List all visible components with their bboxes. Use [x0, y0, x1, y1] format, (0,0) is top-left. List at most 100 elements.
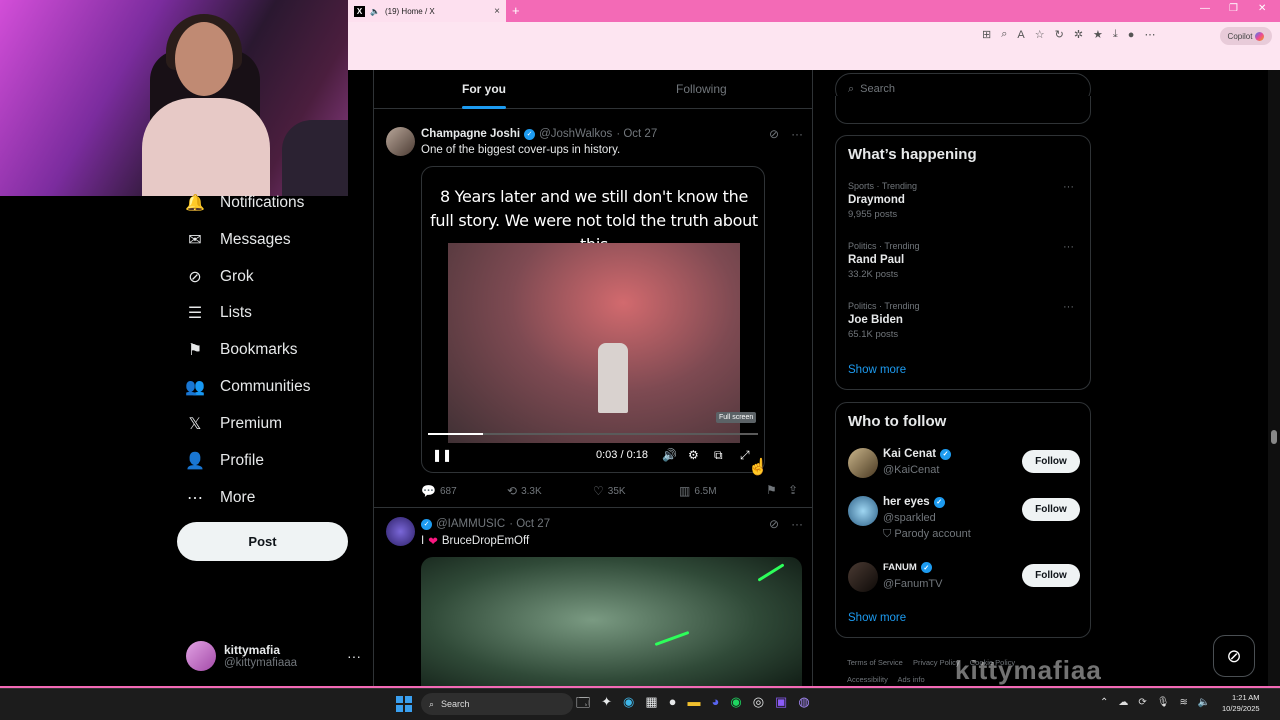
like-action[interactable]: ♡ 35K — [593, 484, 626, 498]
trend-item[interactable]: Politics · Trending Joe Biden 65.1K post… — [848, 301, 1080, 340]
follow-suggestion[interactable]: FANUM ✓ @FanumTV Follow — [848, 562, 1080, 602]
scrollbar-thumb[interactable] — [1271, 430, 1277, 444]
author-name[interactable]: Champagne Joshi — [421, 128, 520, 140]
sidebar-item-bookmarks[interactable]: ⚑ Bookmarks — [186, 341, 298, 359]
settings-gear-icon[interactable]: ⚙ — [688, 448, 699, 462]
parody-label: ⛉ Parody account — [883, 528, 971, 541]
volume-icon[interactable]: 🔈 — [1198, 697, 1210, 708]
edge-icon[interactable]: ◉ — [623, 694, 634, 716]
bookmark-icon[interactable]: ⚑ — [766, 483, 777, 497]
sidebar-item-notifications[interactable]: 🔔 Notifications — [185, 194, 304, 212]
sidebar-item-profile[interactable]: 👤 Profile — [185, 452, 264, 470]
trend-item[interactable]: Sports · Trending Draymond 9,955 posts ·… — [848, 181, 1080, 220]
favorites-icon[interactable]: ★ — [1093, 28, 1103, 41]
video-progress-bar[interactable] — [428, 433, 758, 435]
close-window-button[interactable]: ✕ — [1258, 3, 1266, 14]
app-available-icon[interactable]: ⊞ — [982, 28, 991, 41]
store-icon[interactable]: ▦ — [645, 694, 657, 716]
sidebar-item-more[interactable]: ⋯ More — [186, 489, 255, 507]
page-scrollbar[interactable] — [1268, 70, 1280, 686]
new-tab-button[interactable]: + — [512, 3, 520, 18]
copilot-button[interactable]: Copilot — [1220, 27, 1272, 45]
verified-badge-icon: ✓ — [933, 496, 945, 508]
grok-icon[interactable]: ⊘ — [769, 517, 779, 531]
author-handle[interactable]: @IAMMUSIC — [436, 518, 505, 530]
more-icon[interactable]: ··· — [347, 648, 361, 664]
sidebar-item-communities[interactable]: 👥 Communities — [185, 378, 310, 396]
copilot-app-icon[interactable]: ✦ — [601, 694, 612, 716]
microphone-icon[interactable]: 🎙 — [1157, 697, 1170, 708]
tab-for-you[interactable]: For you — [462, 82, 506, 109]
favorite-star-icon[interactable]: ☆ — [1035, 28, 1045, 41]
reply-action[interactable]: 💬 687 — [421, 484, 457, 498]
downloads-icon[interactable]: ⤓ — [1113, 28, 1118, 41]
zoom-icon[interactable]: ⌕ — [1001, 28, 1007, 41]
footer-link[interactable]: Privacy Policy — [913, 658, 960, 667]
sync-icon[interactable]: ⟳ — [1138, 697, 1146, 708]
app-icon[interactable]: ◎ — [753, 694, 764, 716]
discord-icon[interactable]: ◕ — [712, 694, 720, 716]
repost-action[interactable]: ⟲ 3.3K — [507, 484, 542, 498]
chevron-up-icon[interactable]: ⌃ — [1100, 697, 1108, 708]
follow-button[interactable]: Follow — [1022, 450, 1080, 473]
browser-tab-home[interactable]: X 🔈 (19) Home / X × — [348, 0, 506, 22]
grok-icon[interactable]: ⊘ — [769, 127, 779, 141]
extension-icon[interactable]: ✲ — [1074, 28, 1083, 41]
sidebar-item-messages[interactable]: ✉ Messages — [186, 231, 290, 249]
footer-link[interactable]: Accessibility — [847, 675, 888, 684]
app-icon[interactable]: ● — [669, 694, 677, 716]
sidebar-item-grok[interactable]: ⊘ Grok — [186, 268, 253, 286]
sidebar-item-lists[interactable]: ☰ Lists — [186, 304, 252, 322]
grok-floating-button[interactable]: ⊘ — [1213, 635, 1255, 677]
more-icon[interactable]: ··· — [1063, 241, 1074, 253]
tab-following[interactable]: Following — [676, 82, 727, 96]
spotify-icon[interactable]: ◉ — [730, 694, 741, 716]
author-handle[interactable]: @JoshWalkos — [539, 128, 612, 140]
refresh-icon[interactable]: ↻ — [1055, 28, 1064, 41]
avatar[interactable] — [386, 517, 415, 546]
maximize-button[interactable]: ❐ — [1229, 3, 1238, 14]
avatar[interactable] — [386, 127, 415, 156]
follow-suggestion[interactable]: Kai Cenat ✓ @KaiCenat Follow — [848, 448, 1080, 488]
pause-icon[interactable]: ❚❚ — [432, 448, 452, 462]
follow-suggestion[interactable]: her eyes ✓ @sparkled ⛉ Parody account Fol… — [848, 496, 1080, 540]
video-player[interactable]: 8 Years later and we still don't know th… — [421, 166, 765, 473]
tweet-date[interactable]: · Oct 27 — [616, 128, 657, 140]
sidebar-item-premium[interactable]: 𝕏 Premium — [186, 415, 282, 433]
follow-button[interactable]: Follow — [1022, 564, 1080, 587]
show-more-link[interactable]: Show more — [848, 364, 906, 376]
speaker-icon[interactable]: 🔈 — [370, 7, 380, 16]
folder-icon[interactable]: ▬ — [688, 694, 701, 716]
windows-start-icon[interactable] — [396, 696, 412, 712]
footer-link[interactable]: Ads info — [898, 675, 925, 684]
picture-in-picture-icon[interactable]: ⧉ — [714, 448, 723, 463]
taskbar-clock[interactable]: 1:21 AM 10/29/2025 — [1222, 692, 1260, 714]
views-action[interactable]: ▥ 6.5M — [679, 484, 717, 498]
show-more-link[interactable]: Show more — [848, 612, 906, 624]
app-icon[interactable]: ▣ — [775, 694, 787, 716]
app-icon[interactable]: ◍ — [798, 694, 809, 716]
more-icon[interactable]: ··· — [791, 517, 803, 531]
footer-link[interactable]: Terms of Service — [847, 658, 903, 667]
more-icon[interactable]: ··· — [1063, 181, 1074, 193]
more-icon[interactable]: ··· — [1063, 301, 1074, 313]
trend-item[interactable]: Politics · Trending Rand Paul 33.2K post… — [848, 241, 1080, 280]
account-icon[interactable]: ● — [1128, 29, 1135, 41]
tweet-media[interactable] — [421, 557, 802, 686]
tweet-date[interactable]: · Oct 27 — [509, 518, 550, 530]
grok-icon: ⊘ — [188, 269, 202, 286]
more-icon[interactable]: ··· — [791, 127, 803, 141]
menu-icon[interactable]: ⋯ — [1144, 28, 1155, 41]
minimize-button[interactable]: — — [1200, 3, 1210, 14]
read-aloud-icon[interactable]: A — [1017, 29, 1024, 41]
account-switcher[interactable]: kittymafia @kittymafiaaa ··· — [186, 636, 361, 676]
volume-icon[interactable]: 🔊 — [662, 448, 677, 462]
share-icon[interactable]: ⇪ — [788, 483, 798, 497]
cloud-icon[interactable]: ☁ — [1118, 697, 1128, 708]
taskbar-search[interactable]: ⌕ Search — [421, 693, 573, 715]
post-button[interactable]: Post — [177, 522, 348, 561]
file-explorer-icon[interactable]: 🗔 — [576, 694, 590, 716]
close-tab-icon[interactable]: × — [494, 6, 500, 17]
wifi-icon[interactable]: ≋ — [1179, 697, 1187, 708]
follow-button[interactable]: Follow — [1022, 498, 1080, 521]
